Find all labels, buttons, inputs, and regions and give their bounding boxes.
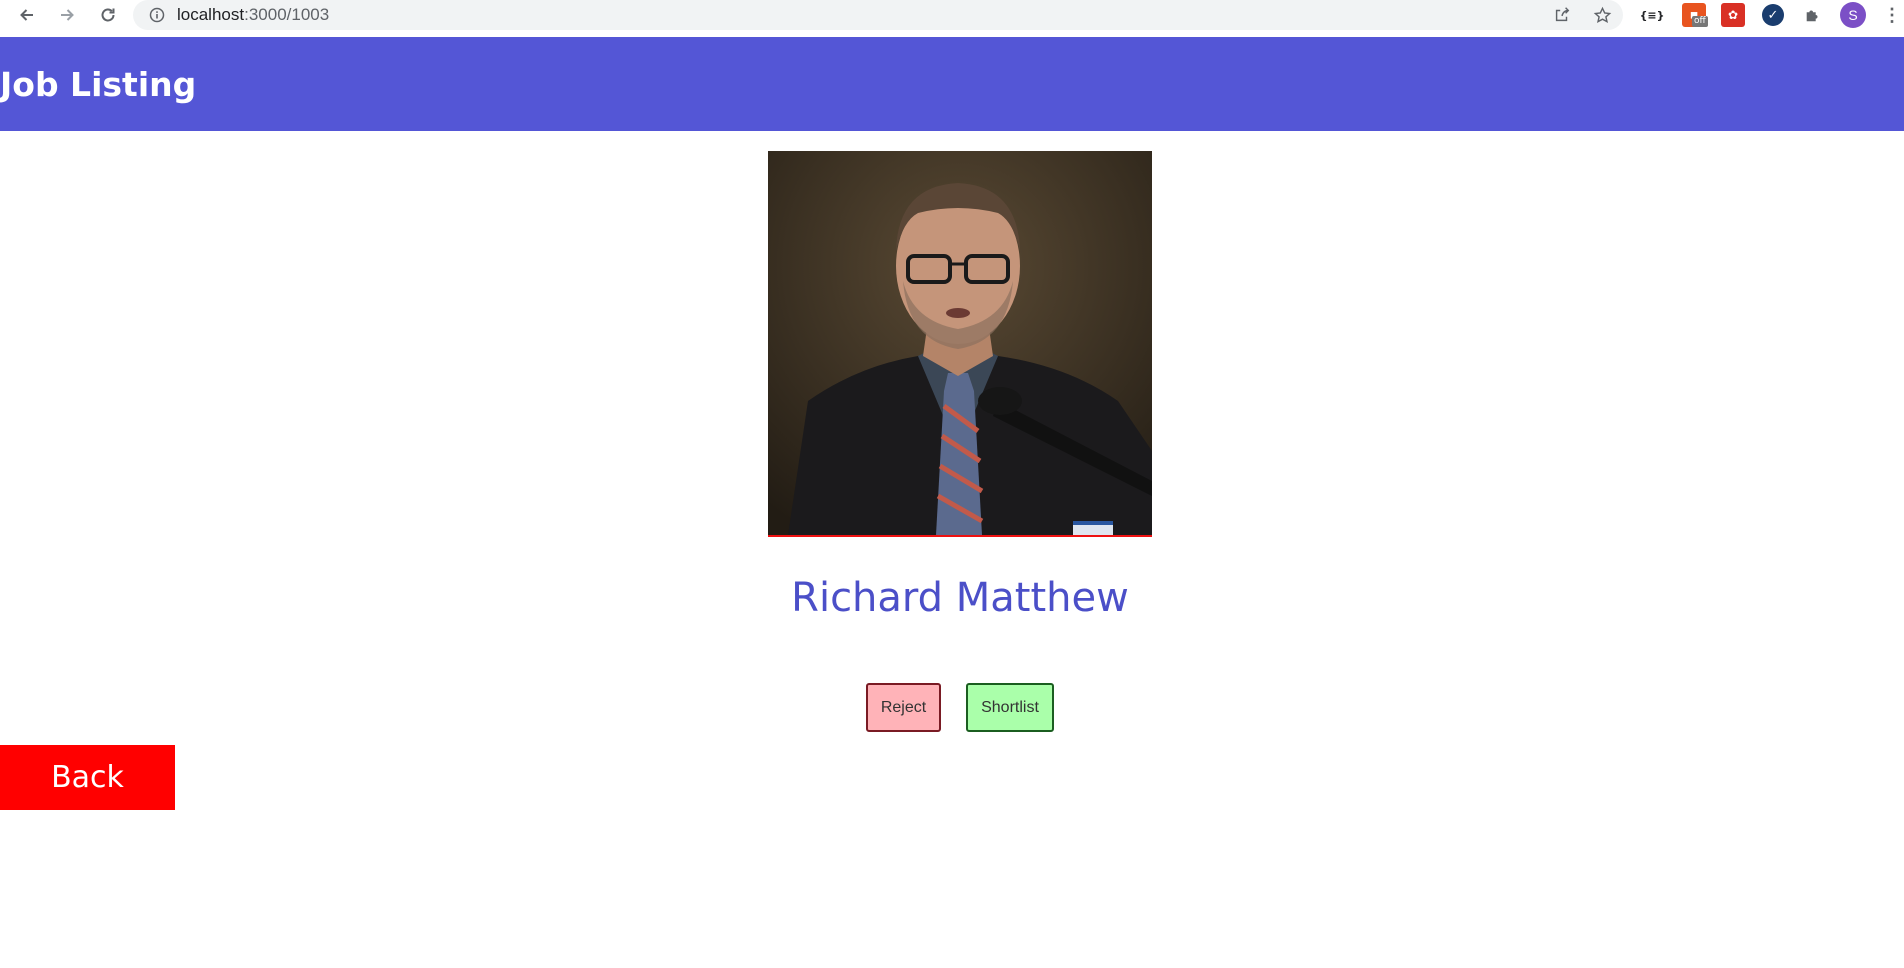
json-viewer-extension-icon[interactable]: {≡} xyxy=(1639,3,1665,27)
off-badge: off xyxy=(1692,16,1708,27)
reject-button[interactable]: Reject xyxy=(866,683,941,732)
json-viewer-label: {≡} xyxy=(1639,8,1665,22)
red-extension-icon[interactable]: ✿ xyxy=(1721,3,1745,27)
app-header: Job Listing xyxy=(0,37,1904,131)
url-host: localhost xyxy=(177,5,245,24)
profile-avatar[interactable]: S xyxy=(1840,2,1866,28)
candidate-photo-illustration xyxy=(768,151,1152,535)
info-icon[interactable] xyxy=(149,7,165,23)
browser-toolbar: localhost:3000/1003 {≡} ◼ off ✿ ✓ S ⋮ xyxy=(0,0,1904,37)
extensions-puzzle-icon[interactable] xyxy=(1801,3,1825,27)
shortlist-button[interactable]: Shortlist xyxy=(966,683,1054,732)
page-title: Job Listing xyxy=(0,64,197,104)
bookmark-star-icon[interactable] xyxy=(1591,4,1613,26)
url-text: localhost:3000/1003 xyxy=(177,5,329,25)
candidate-photo xyxy=(768,151,1152,537)
profile-initial: S xyxy=(1848,7,1858,23)
browser-menu-icon[interactable]: ⋮ xyxy=(1883,2,1901,28)
forward-arrow-icon[interactable] xyxy=(52,0,82,30)
address-bar[interactable]: localhost:3000/1003 xyxy=(133,0,1623,30)
extension-off-icon[interactable]: ◼ off xyxy=(1682,3,1708,27)
share-icon[interactable] xyxy=(1551,4,1573,26)
reload-icon[interactable] xyxy=(93,0,123,30)
candidate-name: Richard Matthew xyxy=(791,575,1129,621)
back-arrow-icon[interactable] xyxy=(12,0,42,30)
back-button[interactable]: Back xyxy=(0,745,175,810)
check-extension-icon[interactable]: ✓ xyxy=(1762,4,1784,26)
url-path: :3000/1003 xyxy=(244,5,330,24)
